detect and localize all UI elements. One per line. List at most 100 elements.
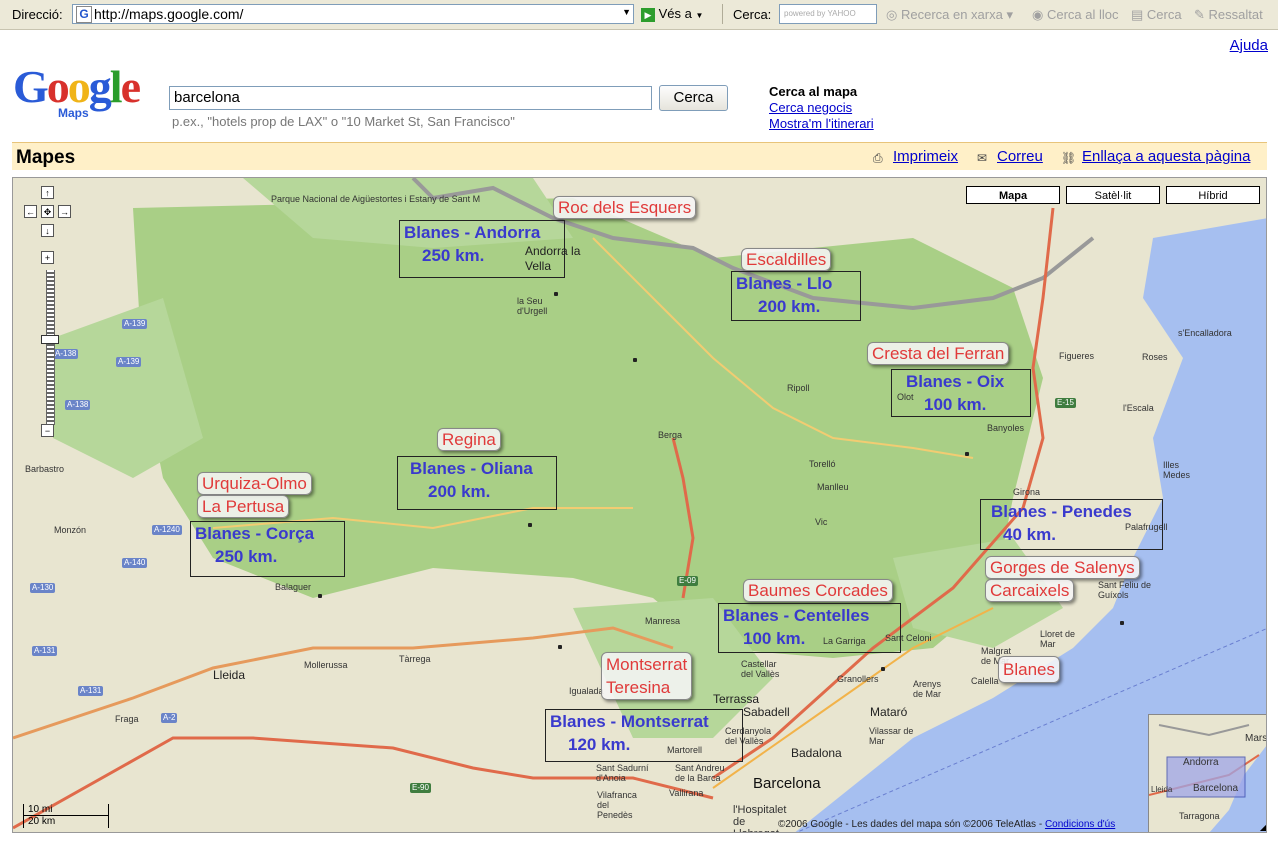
road-shield: A-138 — [65, 400, 91, 410]
place-ripoll: Ripoll — [787, 383, 810, 393]
map-canvas[interactable]: Parque Nacional de Aigüestortes i Estany… — [12, 177, 1267, 833]
pan-right-icon[interactable]: → — [58, 205, 71, 218]
route-montserrat[interactable]: Blanes - Montserrat 120 km. — [545, 709, 743, 762]
map-type-satellite-button[interactable]: Satèl·lit — [1066, 186, 1160, 204]
overview-mars: Mars — [1245, 733, 1267, 744]
marker-montserrat-label: Montserrat — [606, 655, 688, 674]
address-bar[interactable]: G http://maps.google.com/ ▼ — [72, 4, 634, 24]
place-barcelona: Barcelona — [753, 775, 821, 792]
maps-logo-sub: Maps — [58, 106, 89, 120]
marker-roc-dels-esquers[interactable]: Roc dels Esquers — [553, 196, 697, 219]
permalink-link[interactable]: Enllaça a aquesta pàgina — [1082, 148, 1250, 165]
marker-la-pertusa[interactable]: La Pertusa — [197, 495, 290, 518]
route-corca[interactable]: Blanes - Corça 250 km. — [190, 521, 345, 577]
zoom-out-icon[interactable]: − — [41, 424, 54, 437]
zoom-in-icon[interactable]: + — [41, 251, 54, 264]
terms-link[interactable]: Condicions d'ús — [1045, 819, 1115, 830]
highlight-button[interactable]: ✎ Ressaltat — [1194, 7, 1263, 23]
marker-gorges-de-salenys[interactable]: Gorges de Salenys — [985, 556, 1140, 579]
route-title: Blanes - Corça — [195, 524, 315, 543]
toolbar-divider — [722, 4, 723, 24]
marker-cresta-del-ferran[interactable]: Cresta del Ferran — [867, 342, 1010, 365]
printer-icon: ⎙ — [873, 151, 883, 165]
place-granollers: Granollers — [837, 674, 879, 684]
route-distance: 100 km. — [743, 629, 806, 648]
place-arenys: Arenys de Mar — [913, 679, 942, 699]
address-label: Direcció: — [12, 7, 63, 22]
site-search-button[interactable]: ◉ Cerca al lloc — [1032, 7, 1119, 23]
marker-carcaixels[interactable]: Carcaixels — [985, 579, 1075, 602]
city-dot — [318, 594, 322, 598]
search-hint: p.ex., "hotels prop de LAX" o "10 Market… — [172, 114, 515, 129]
road-shield: A-139 — [116, 357, 142, 367]
place-mollerussa: Mollerussa — [304, 660, 348, 670]
scale-bar: 10 mi 20 km — [23, 804, 109, 828]
marker-blanes[interactable]: Blanes — [998, 656, 1060, 683]
place-lloret: Lloret de Mar — [1040, 629, 1076, 649]
go-button[interactable]: ▶ Vés a ▼ — [641, 6, 703, 22]
route-distance: 100 km. — [924, 395, 987, 414]
yahoo-search-box[interactable]: powered by YAHOO — [779, 4, 877, 24]
play-icon: ▶ — [641, 7, 655, 22]
route-oliana[interactable]: Blanes - Oliana 200 km. — [397, 456, 557, 510]
road-shield: A-2 — [161, 713, 178, 723]
route-distance: 40 km. — [1003, 525, 1056, 544]
scale-miles: 10 mi — [23, 804, 109, 816]
road-shield: A-138 — [53, 349, 79, 359]
place-monzon: Monzón — [54, 525, 87, 535]
route-centelles[interactable]: Blanes - Centelles 100 km. — [718, 603, 901, 653]
route-andorra[interactable]: Blanes - Andorra 250 km. — [399, 220, 565, 278]
place-sabadell: Sabadell — [743, 705, 790, 719]
place-sencalladora: s'Encalladora — [1178, 328, 1232, 338]
search-business-link[interactable]: Cerca negocis — [769, 100, 874, 116]
help-link[interactable]: Ajuda — [1230, 37, 1268, 54]
pan-center-icon[interactable]: ✥ — [41, 205, 54, 218]
map-type-hybrid-button[interactable]: Híbrid — [1166, 186, 1260, 204]
place-roses: Roses — [1142, 352, 1168, 362]
chevron-down-icon[interactable]: ▼ — [622, 7, 631, 17]
road-shield: E-15 — [1055, 398, 1076, 408]
zoom-slider-thumb[interactable] — [41, 335, 59, 344]
page-title: Mapes — [16, 147, 76, 168]
place-igualada: Igualada — [569, 686, 604, 696]
overview-map[interactable]: Andorra Barcelona Lleida Tarragona Mars … — [1148, 714, 1267, 832]
road-shield: A-140 — [122, 558, 148, 568]
route-penedes[interactable]: Blanes - Penedes 40 km. — [980, 499, 1163, 550]
map-type-map-button[interactable]: Mapa — [966, 186, 1060, 204]
directions-link[interactable]: Mostra'm l'itinerari — [769, 116, 874, 132]
marker-regina[interactable]: Regina — [437, 428, 501, 451]
scale-km: 20 km — [23, 816, 109, 828]
resize-corner-icon[interactable]: ◢ — [1260, 823, 1266, 832]
mail-link[interactable]: Correu — [997, 148, 1043, 165]
road-shield: E-90 — [410, 783, 431, 793]
go-label: Vés a — [658, 6, 692, 21]
route-distance: 120 km. — [568, 735, 631, 754]
route-title: Blanes - Penedes — [991, 502, 1132, 521]
search-input[interactable]: barcelona — [169, 86, 652, 110]
route-title: Blanes - Oix — [906, 372, 1005, 391]
copyright: ©2006 Google - Les dades del mapa són ©2… — [778, 819, 1115, 830]
pan-down-icon[interactable]: ↓ — [41, 224, 54, 237]
road-shield: E-09 — [677, 576, 698, 586]
route-llo[interactable]: Blanes - Llo 200 km. — [731, 271, 861, 321]
road-shield: A-139 — [122, 319, 148, 329]
road-shield: A-131 — [78, 686, 104, 696]
marker-urquiza-olmo[interactable]: Urquiza-Olmo — [197, 472, 312, 495]
marker-escaldilles[interactable]: Escaldilles — [741, 248, 832, 271]
marker-baumes-corcades[interactable]: Baumes Corcades — [743, 579, 893, 602]
place-girona: Girona — [1013, 487, 1041, 497]
place-lescala: l'Escala — [1123, 403, 1154, 413]
search-submit-button[interactable]: Cerca — [659, 85, 728, 111]
zoom-slider[interactable] — [46, 270, 55, 425]
place-banyoles: Banyoles — [987, 423, 1025, 433]
pan-up-icon[interactable]: ↑ — [41, 186, 54, 199]
route-oix[interactable]: Blanes - Oix 100 km. — [891, 369, 1031, 417]
pan-left-icon[interactable]: ← — [24, 205, 37, 218]
copyright-text: ©2006 Google - Les dades del mapa són ©2… — [778, 819, 1043, 830]
google-logo[interactable]: Google — [13, 62, 141, 112]
mapes-bar: Mapes ⎙ Imprimeix ✉ Correu ⛓ Enllaça a a… — [12, 142, 1267, 170]
search-button[interactable]: ▤ Cerca — [1131, 7, 1182, 23]
marker-montserrat[interactable]: Montserrat Teresina — [601, 652, 693, 700]
print-link[interactable]: Imprimeix — [893, 148, 958, 165]
web-search-button[interactable]: ◎ Recerca en xarxa ▾ — [886, 7, 1013, 23]
